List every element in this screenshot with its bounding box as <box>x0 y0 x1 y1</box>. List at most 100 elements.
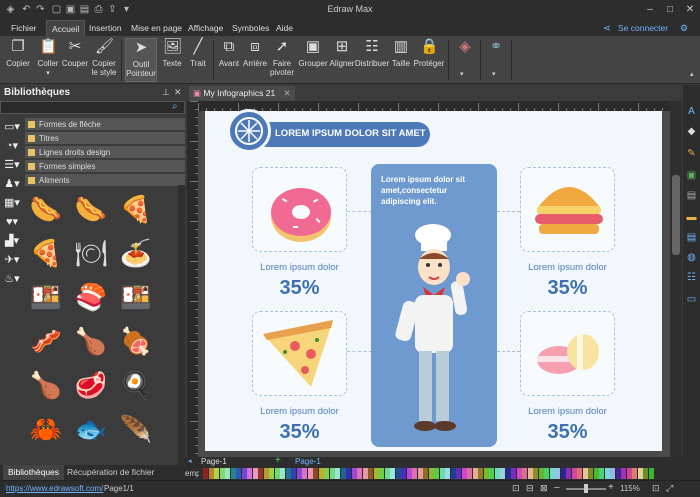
color-swatch[interactable] <box>263 468 269 479</box>
roast-shape[interactable]: 🍖 <box>118 323 154 359</box>
color-swatch[interactable] <box>483 468 489 479</box>
color-swatch[interactable] <box>527 468 533 479</box>
category-chart-icon[interactable]: ▟▾ <box>2 232 22 250</box>
egg-shape[interactable]: 🍳 <box>118 367 154 403</box>
library-category[interactable]: Formes simples <box>25 160 185 173</box>
category-people-icon[interactable]: ♟▾ <box>2 175 22 193</box>
size-button[interactable]: ▥ Taille <box>389 38 413 68</box>
tab-home[interactable]: Accueil <box>46 20 86 36</box>
color-swatch[interactable] <box>643 468 648 479</box>
pin-icon[interactable]: ⊥ <box>162 87 170 98</box>
expand-icon[interactable]: ⤢ <box>666 483 673 494</box>
library-category[interactable]: Lignes droits design <box>25 146 185 159</box>
close-panel-icon[interactable]: ✕ <box>174 87 182 98</box>
color-swatch[interactable] <box>511 468 516 479</box>
color-swatch[interactable] <box>434 468 439 479</box>
color-swatch[interactable] <box>494 468 500 479</box>
fit-window-icon[interactable]: ⊡ <box>652 483 660 494</box>
burger-card[interactable] <box>520 167 615 252</box>
color-swatch[interactable] <box>318 468 324 479</box>
donut-card[interactable] <box>252 167 347 252</box>
vertical-scrollbar[interactable] <box>670 101 682 457</box>
color-swatch[interactable] <box>571 468 577 479</box>
website-link[interactable]: https://www.edrawsoft.com/ <box>6 484 103 493</box>
category-map-icon[interactable]: ▦▾ <box>2 194 22 212</box>
vertical-scroll-thumb[interactable] <box>672 175 680 255</box>
category-heart-icon[interactable]: ♥▾ <box>2 213 22 231</box>
distribute-button[interactable]: ☷ Distribuer <box>354 38 390 68</box>
color-swatch[interactable] <box>390 468 395 479</box>
copy-button[interactable]: ❐ Copier <box>4 38 32 68</box>
color-swatch[interactable] <box>340 468 346 479</box>
tab-libraries[interactable]: Bibliothèques <box>3 465 65 480</box>
share-icon[interactable]: ⋖ <box>603 23 611 34</box>
color-swatch[interactable] <box>637 468 643 479</box>
color-swatch[interactable] <box>533 468 538 479</box>
color-swatch[interactable] <box>351 468 357 479</box>
full-screen-icon[interactable]: ⊠ <box>540 483 548 494</box>
color-swatch[interactable] <box>577 468 582 479</box>
color-swatch[interactable] <box>236 468 241 479</box>
color-swatch[interactable] <box>472 468 478 479</box>
no-fill-label[interactable]: emp <box>185 469 199 478</box>
sausage-shape[interactable]: 🌭 <box>73 191 109 227</box>
paste-button[interactable]: 📋 Coller ▾ <box>34 38 62 78</box>
color-swatch[interactable] <box>214 468 219 479</box>
color-swatch[interactable] <box>291 468 296 479</box>
color-swatch[interactable] <box>252 468 258 479</box>
color-swatch[interactable] <box>247 468 252 479</box>
color-swatch[interactable] <box>522 468 527 479</box>
color-swatch[interactable] <box>450 468 456 479</box>
text-tool-button[interactable]: 🖼 Texte <box>159 38 185 68</box>
fit-width-icon[interactable]: ⊟ <box>526 483 534 494</box>
rotate-button[interactable]: ➚ Faire pivoter <box>268 38 296 77</box>
color-swatch[interactable] <box>225 468 230 479</box>
document-tab[interactable]: ▣ My Infographics 21 ✕ <box>189 86 295 101</box>
globe-icon[interactable]: ◍ <box>686 252 697 263</box>
group-button[interactable]: ▣ Grouper <box>297 38 329 68</box>
fill-icon[interactable]: ◆ <box>686 126 697 137</box>
color-swatch[interactable] <box>373 468 379 479</box>
color-swatch[interactable] <box>566 468 571 479</box>
style-dropdown-icon[interactable]: ▾ <box>460 70 464 78</box>
color-swatch[interactable] <box>599 468 604 479</box>
fish-shape[interactable]: 🐟 <box>73 411 109 447</box>
sign-in-link[interactable]: Se connecter <box>618 20 680 36</box>
color-swatch[interactable] <box>379 468 384 479</box>
color-swatch[interactable] <box>538 468 544 479</box>
text-format-icon[interactable]: A <box>686 106 697 117</box>
plate-shape[interactable]: 🍽 <box>73 235 109 271</box>
color-swatch[interactable] <box>362 468 368 479</box>
pizza-slice-shape[interactable]: 🍕 <box>28 235 64 271</box>
library-category[interactable]: Aliments <box>25 174 185 187</box>
color-swatch[interactable] <box>478 468 483 479</box>
drawing-page[interactable]: LOREM IPSUM DOLOR SIT AMET Lorem ipsum d… <box>205 109 662 451</box>
pizza-card[interactable] <box>252 311 347 396</box>
color-swatch[interactable] <box>456 468 461 479</box>
image-icon[interactable]: ▣ <box>686 170 697 181</box>
color-swatch[interactable] <box>219 468 225 479</box>
line-format-icon[interactable]: ✎ <box>686 148 697 159</box>
sushi-box-shape[interactable]: 🍱 <box>118 279 154 315</box>
close-button[interactable]: ✕ <box>680 2 700 17</box>
page-nav-icon[interactable]: ◂ <box>188 457 192 465</box>
tab-file-recovery[interactable]: Récupération de fichier <box>62 465 159 480</box>
sushi-plate-shape[interactable]: 🍣 <box>73 279 109 315</box>
category-rect-icon[interactable]: ▭▾ <box>2 118 22 136</box>
color-swatch[interactable] <box>582 468 588 479</box>
color-swatch[interactable] <box>230 468 236 479</box>
color-swatch[interactable] <box>241 468 247 479</box>
page-icon[interactable]: ▤ <box>686 232 697 243</box>
add-page-icon[interactable]: + <box>275 455 281 466</box>
color-swatch[interactable] <box>588 468 593 479</box>
pointer-tool-button[interactable]: ➤ Outil Pointeur <box>125 38 157 82</box>
color-swatch[interactable] <box>604 468 610 479</box>
color-swatch[interactable] <box>285 468 291 479</box>
color-swatch[interactable] <box>500 468 505 479</box>
settings-icon[interactable]: ⚙ <box>680 23 688 34</box>
color-swatch[interactable] <box>269 468 274 479</box>
category-list-icon[interactable]: ☰▾ <box>2 156 22 174</box>
close-tab-icon[interactable]: ✕ <box>284 88 291 98</box>
color-swatch[interactable] <box>302 468 307 479</box>
color-swatch[interactable] <box>544 468 549 479</box>
